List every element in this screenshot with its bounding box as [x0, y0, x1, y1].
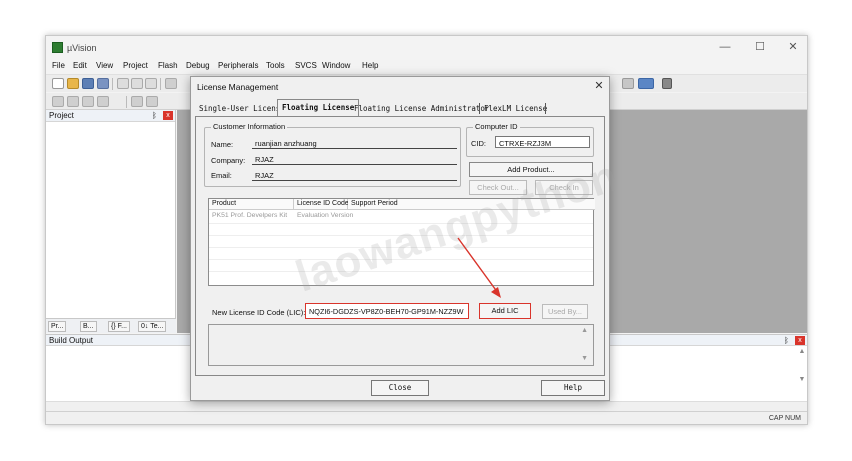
close-window-button[interactable]: ✕ [782, 40, 804, 54]
window-title: µVision [67, 43, 97, 53]
build-pin-icon[interactable]: ᛒ [784, 336, 789, 345]
wrench-icon[interactable] [662, 78, 672, 89]
product-table: Product License ID Code... Support Perio… [208, 198, 595, 286]
copy-icon[interactable] [131, 78, 143, 89]
license-tabs: Single-User License Floating License Flo… [195, 99, 605, 116]
menu-bar: File Edit View Project Flash Debug Perip… [46, 59, 807, 73]
message-box[interactable]: ▲ ▼ [208, 324, 594, 366]
menu-project[interactable]: Project [123, 61, 148, 70]
company-label: Company: [211, 156, 246, 165]
new-file-icon[interactable] [52, 78, 64, 89]
menu-help[interactable]: Help [362, 61, 378, 70]
tab-books[interactable]: B... [80, 321, 97, 332]
horizontal-scrollbar[interactable] [46, 401, 807, 411]
column-header-license-id[interactable]: License ID Code... [294, 199, 355, 210]
license-management-dialog: License Management ✕ Single-User License… [190, 76, 610, 401]
project-tabs: Pr... B... {} F... 0↓ Te... [46, 318, 176, 333]
build-output-close-icon[interactable]: x [795, 336, 805, 345]
tab-flexlm-license[interactable]: FlexLM License [480, 101, 551, 116]
cid-label: CID: [471, 139, 486, 148]
column-header-product[interactable]: Product [209, 199, 294, 210]
paste-icon[interactable] [145, 78, 157, 89]
menu-view[interactable]: View [96, 61, 113, 70]
add-product-button[interactable]: Add Product... [469, 162, 593, 177]
title-bar: µVision — ☐ ✕ [46, 36, 807, 58]
build-icon[interactable] [67, 96, 79, 107]
check-out-button[interactable]: Check Out... [469, 180, 527, 195]
table-row-product[interactable]: PK51 Prof. Develpers Kit [209, 211, 290, 220]
status-indicators: CAP NUM [768, 415, 801, 422]
customer-information-label: Customer Information [211, 122, 288, 131]
tab-floating-license[interactable]: Floating License [277, 99, 360, 116]
target-options-icon[interactable] [131, 96, 143, 107]
undo-icon[interactable] [165, 78, 177, 89]
email-label: Email: [211, 171, 232, 180]
name-label: Name: [211, 140, 234, 149]
name-field[interactable]: ruanjian anzhuang [252, 137, 457, 149]
build-output-title: Build Output [49, 336, 94, 345]
menu-file[interactable]: File [52, 61, 65, 70]
project-panel-title: Project [49, 111, 74, 120]
menu-window[interactable]: Window [322, 61, 350, 70]
email-field[interactable]: RJAZ [252, 169, 457, 181]
tab-single-user-license[interactable]: Single-User License [195, 101, 289, 116]
column-header-support-period[interactable]: Support Period [348, 199, 595, 210]
maximize-button[interactable]: ☐ [749, 40, 771, 54]
save-icon[interactable] [82, 78, 94, 89]
menu-peripherals[interactable]: Peripherals [218, 61, 258, 70]
dialog-title: License Management [197, 82, 279, 92]
project-panel-header: Project ᛒ x [46, 110, 175, 122]
cid-field: CTRXE-RZJ3M [495, 136, 590, 148]
menu-tools[interactable]: Tools [266, 61, 285, 70]
manage-components-icon[interactable] [146, 96, 158, 107]
cut-icon[interactable] [117, 78, 129, 89]
pin-icon[interactable]: ᛒ [152, 111, 157, 120]
new-lic-label: New License ID Code (LIC): [212, 308, 306, 317]
computer-id-label: Computer ID [473, 122, 520, 131]
help-button[interactable]: Help [541, 380, 605, 396]
used-by-button[interactable]: Used By... [542, 304, 588, 319]
tab-functions[interactable]: {} F... [108, 321, 130, 332]
tab-templates[interactable]: 0↓ Te... [138, 321, 167, 332]
build-output-scrollbar[interactable]: ▲ ▼ [797, 348, 807, 400]
uvision-app-icon [52, 42, 63, 53]
translate-icon[interactable] [52, 96, 64, 107]
menu-svcs[interactable]: SVCS [295, 61, 317, 70]
customer-information-group: Customer Information Name: ruanjian anzh… [204, 122, 461, 187]
computer-id-group: Computer ID CID: CTRXE-RZJ3M [466, 122, 594, 157]
project-panel-close-icon[interactable]: x [163, 111, 173, 120]
tab-project[interactable]: Pr... [48, 321, 67, 332]
configure-icon[interactable] [622, 78, 634, 89]
menu-debug[interactable]: Debug [186, 61, 210, 70]
close-button[interactable]: Close [371, 380, 429, 396]
menu-edit[interactable]: Edit [73, 61, 87, 70]
status-bar: CAP NUM [46, 411, 807, 424]
download-icon[interactable] [97, 96, 109, 107]
check-in-button[interactable]: Check In [535, 180, 593, 195]
scroll-down-icon[interactable]: ▼ [581, 355, 588, 362]
project-panel: Project ᛒ x [46, 110, 176, 318]
floating-license-page: Customer Information Name: ruanjian anzh… [195, 116, 605, 376]
table-row-license-id[interactable]: Evaluation Version [294, 211, 356, 220]
tab-floating-license-administrator[interactable]: Floating License Administrator [350, 101, 493, 116]
open-folder-icon[interactable] [67, 78, 79, 89]
company-field[interactable]: RJAZ [252, 153, 457, 165]
menu-flash[interactable]: Flash [158, 61, 178, 70]
save-all-icon[interactable] [97, 78, 109, 89]
scroll-up-icon[interactable]: ▲ [581, 327, 588, 334]
rebuild-icon[interactable] [82, 96, 94, 107]
add-lic-button[interactable]: Add LIC [479, 303, 531, 319]
window-layout-icon[interactable] [638, 78, 654, 89]
new-lic-input[interactable]: NQZI6-DGDZS-VP8Z0-BEH70-GP91M-NZZ9W [305, 303, 469, 319]
dialog-close-icon[interactable]: ✕ [591, 79, 607, 93]
minimize-button[interactable]: — [714, 40, 736, 54]
